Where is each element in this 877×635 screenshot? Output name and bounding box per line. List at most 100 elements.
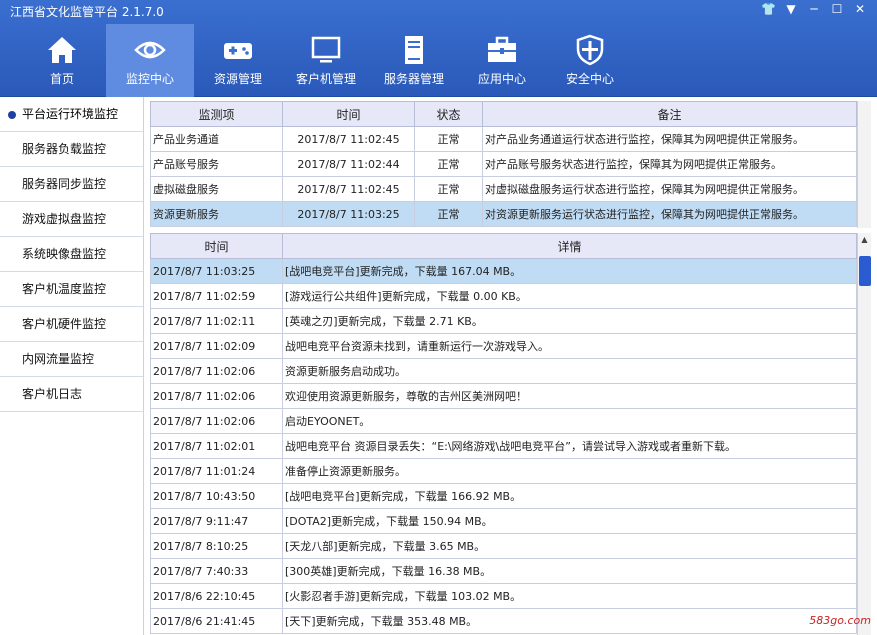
sidebar-item[interactable]: 内网流量监控: [0, 342, 143, 377]
table-cell: [火影忍者手游]更新完成，下载量 103.02 MB。: [282, 583, 857, 609]
sidebar-item-label: 内网流量监控: [22, 352, 95, 366]
sidebar-item-label: 平台运行环境监控: [22, 107, 119, 121]
table-row[interactable]: 2017/8/6 21:41:45 [天下]更新完成，下载量 353.48 MB。: [150, 608, 857, 634]
table-row[interactable]: 2017/8/7 11:01:24 准备停止资源更新服务。: [150, 458, 857, 484]
sidebar-item[interactable]: 服务器同步监控: [0, 167, 143, 202]
home-icon: [46, 34, 78, 66]
table-row[interactable]: 2017/8/7 11:02:01 战吧电竞平台 资源目录丢失：“E:\网络游戏\…: [150, 433, 857, 459]
table-cell: 2017/8/7 11:02:06: [150, 383, 283, 409]
table-cell: 2017/8/7 10:43:50: [150, 483, 283, 509]
nav-item-server[interactable]: 服务器管理: [370, 24, 458, 97]
table-cell: 2017/8/7 9:11:47: [150, 508, 283, 534]
skin-icon[interactable]: 👕: [761, 2, 776, 16]
sidebar-item-label: 客户机温度监控: [22, 282, 107, 296]
sidebar-item[interactable]: 游戏虚拟盘监控: [0, 202, 143, 237]
window-title: 江西省文化监管平台 2.1.7.0: [10, 5, 164, 19]
menu-icon[interactable]: ▼: [784, 2, 798, 16]
table-cell: 2017/8/7 11:02:06: [150, 358, 283, 384]
sidebar-item[interactable]: 系统映像盘监控: [0, 237, 143, 272]
table-row[interactable]: 虚拟磁盘服务 2017/8/7 11:02:45 正常 对虚拟磁盘服务运行状态进行监控…: [150, 176, 857, 202]
nav-item-label: 资源管理: [213, 72, 262, 86]
table-cell: [DOTA2]更新完成，下载量 150.94 MB。: [282, 508, 857, 534]
table-row[interactable]: 2017/8/7 11:03:25 [战吧电竞平台]更新完成，下载量 167.04…: [150, 258, 857, 284]
top-bar: 江西省文化监管平台 2.1.7.0 👕 ▼ ─ ☐ ✕ 首页 监控中心 资源管理 客户…: [0, 0, 877, 97]
table-cell: 启动EYOONET。: [282, 408, 857, 434]
table-cell: [战吧电竞平台]更新完成，下载量 167.04 MB。: [282, 258, 857, 284]
table-cell: [300英雄]更新完成，下载量 16.38 MB。: [282, 558, 857, 584]
nav-item-home[interactable]: 首页: [18, 24, 106, 97]
sidebar: 平台运行环境监控服务器负载监控 服务器同步监控游戏虚拟盘监控 系统映像盘监控 客户机温…: [0, 97, 144, 635]
table-row[interactable]: 2017/8/7 11:02:11 [英魂之刃]更新完成，下载量 2.71 KB。: [150, 308, 857, 334]
sidebar-item-label: 客户机硬件监控: [22, 317, 107, 331]
table-cell: 准备停止资源更新服务。: [282, 458, 857, 484]
table-cell: 战吧电竞平台资源未找到，请重新运行一次游戏导入。: [282, 333, 857, 359]
gamepad-icon: [222, 34, 254, 66]
column-header[interactable]: 监测项: [150, 101, 283, 127]
table-row[interactable]: 2017/8/7 10:43:50 [战吧电竞平台]更新完成，下载量 166.92…: [150, 483, 857, 509]
maximize-icon[interactable]: ☐: [830, 2, 844, 16]
table-row[interactable]: 产品业务通道 2017/8/7 11:02:45 正常 对产品业务通道运行状态进行监控…: [150, 126, 857, 152]
table-cell: 资源更新服务启动成功。: [282, 358, 857, 384]
column-header[interactable]: 时间: [282, 101, 415, 127]
table-cell: 2017/8/7 8:10:25: [150, 533, 283, 559]
table-cell: [游戏运行公共组件]更新完成，下载量 0.00 KB。: [282, 283, 857, 309]
table-cell: 正常: [414, 126, 483, 152]
column-header[interactable]: 状态: [414, 101, 483, 127]
nav-item-label: 安全中心: [565, 72, 614, 86]
table-row[interactable]: 资源更新服务 2017/8/7 11:03:25 正常 对资源更新服务运行状态进行监控…: [150, 201, 857, 227]
status-table: 监测项 时间 状态 备注 产品业务通道 2017/8/7 11:02:45 正常 对产品业务…: [150, 101, 857, 227]
scroll-up-icon[interactable]: ▲: [858, 233, 871, 247]
table-cell: [天龙八部]更新完成，下载量 3.65 MB。: [282, 533, 857, 559]
nav-item-label: 客户机管理: [295, 72, 356, 86]
table-row[interactable]: 2017/8/7 11:02:09 战吧电竞平台资源未找到，请重新运行一次游戏导入…: [150, 333, 857, 359]
table-cell: 正常: [414, 176, 483, 202]
table-row[interactable]: 产品账号服务 2017/8/7 11:02:44 正常 对产品账号服务状态进行监控，保…: [150, 151, 857, 177]
nav-item-toolbox[interactable]: 应用中心: [458, 24, 546, 97]
table-row[interactable]: 2017/8/7 11:02:06 欢迎使用资源更新服务，尊敬的吉州区美洲网吧！: [150, 383, 857, 409]
sidebar-item[interactable]: 客户机硬件监控: [0, 307, 143, 342]
table-cell: 正常: [414, 201, 483, 227]
table-cell: 2017/8/7 11:02:45: [282, 126, 415, 152]
table-cell: 2017/8/7 11:02:01: [150, 433, 283, 459]
sidebar-item[interactable]: 客户机温度监控: [0, 272, 143, 307]
table-cell: [战吧电竞平台]更新完成，下载量 166.92 MB。: [282, 483, 857, 509]
table-cell: 2017/8/7 7:40:33: [150, 558, 283, 584]
table-cell: 战吧电竞平台 资源目录丢失：“E:\网络游戏\战吧电竞平台”，请尝试导入游戏或者…: [282, 433, 857, 459]
sidebar-item[interactable]: 服务器负载监控: [0, 132, 143, 167]
close-icon[interactable]: ✕: [853, 2, 867, 16]
table-cell: 欢迎使用资源更新服务，尊敬的吉州区美洲网吧！: [282, 383, 857, 409]
main-nav: 首页 监控中心 资源管理 客户机管理 服务器管理 应用中心 安全中心: [18, 24, 634, 97]
table-row[interactable]: 2017/8/7 9:11:47 [DOTA2]更新完成，下载量 150.94 M…: [150, 508, 857, 534]
log-scrollbar[interactable]: ▲: [857, 233, 871, 635]
nav-item-label: 首页: [49, 72, 74, 86]
table-cell: 2017/8/7 11:02:06: [150, 408, 283, 434]
column-header[interactable]: 详情: [282, 233, 857, 259]
sidebar-item-label: 游戏虚拟盘监控: [22, 212, 107, 226]
sidebar-item-label: 客户机日志: [22, 387, 83, 401]
table-cell: 2017/8/7 11:03:25: [150, 258, 283, 284]
column-header[interactable]: 备注: [482, 101, 857, 127]
server-icon: [398, 34, 430, 66]
table-cell: 对产品账号服务状态进行监控，保障其为网吧提供正常服务。: [482, 151, 857, 177]
table-row[interactable]: 2017/8/7 11:02:59 [游戏运行公共组件]更新完成，下载量 0.00…: [150, 283, 857, 309]
table-row[interactable]: 2017/8/7 7:40:33 [300英雄]更新完成，下载量 16.38 MB…: [150, 558, 857, 584]
table-cell: 2017/8/7 11:02:44: [282, 151, 415, 177]
sidebar-item[interactable]: 客户机日志: [0, 377, 143, 412]
minimize-icon[interactable]: ─: [807, 2, 821, 16]
column-header[interactable]: 时间: [150, 233, 283, 259]
table-cell: [英魂之刃]更新完成，下载量 2.71 KB。: [282, 308, 857, 334]
table-row[interactable]: 2017/8/7 11:02:06 资源更新服务启动成功。: [150, 358, 857, 384]
nav-item-shield[interactable]: 安全中心: [546, 24, 634, 97]
status-scrollbar[interactable]: [857, 101, 871, 228]
table-row[interactable]: 2017/8/6 22:10:45 [火影忍者手游]更新完成，下载量 103.02…: [150, 583, 857, 609]
table-row[interactable]: 2017/8/7 8:10:25 [天龙八部]更新完成，下载量 3.65 MB。: [150, 533, 857, 559]
nav-item-monitor[interactable]: 客户机管理: [282, 24, 370, 97]
table-row[interactable]: 2017/8/7 11:02:06 启动EYOONET。: [150, 408, 857, 434]
nav-item-eye[interactable]: 监控中心: [106, 24, 194, 97]
table-cell: 产品账号服务: [150, 151, 283, 177]
table-cell: 2017/8/7 11:02:59: [150, 283, 283, 309]
nav-item-gamepad[interactable]: 资源管理: [194, 24, 282, 97]
sidebar-item-label: 系统映像盘监控: [22, 247, 107, 261]
sidebar-item[interactable]: 平台运行环境监控: [0, 97, 143, 132]
scroll-thumb[interactable]: [859, 256, 871, 286]
